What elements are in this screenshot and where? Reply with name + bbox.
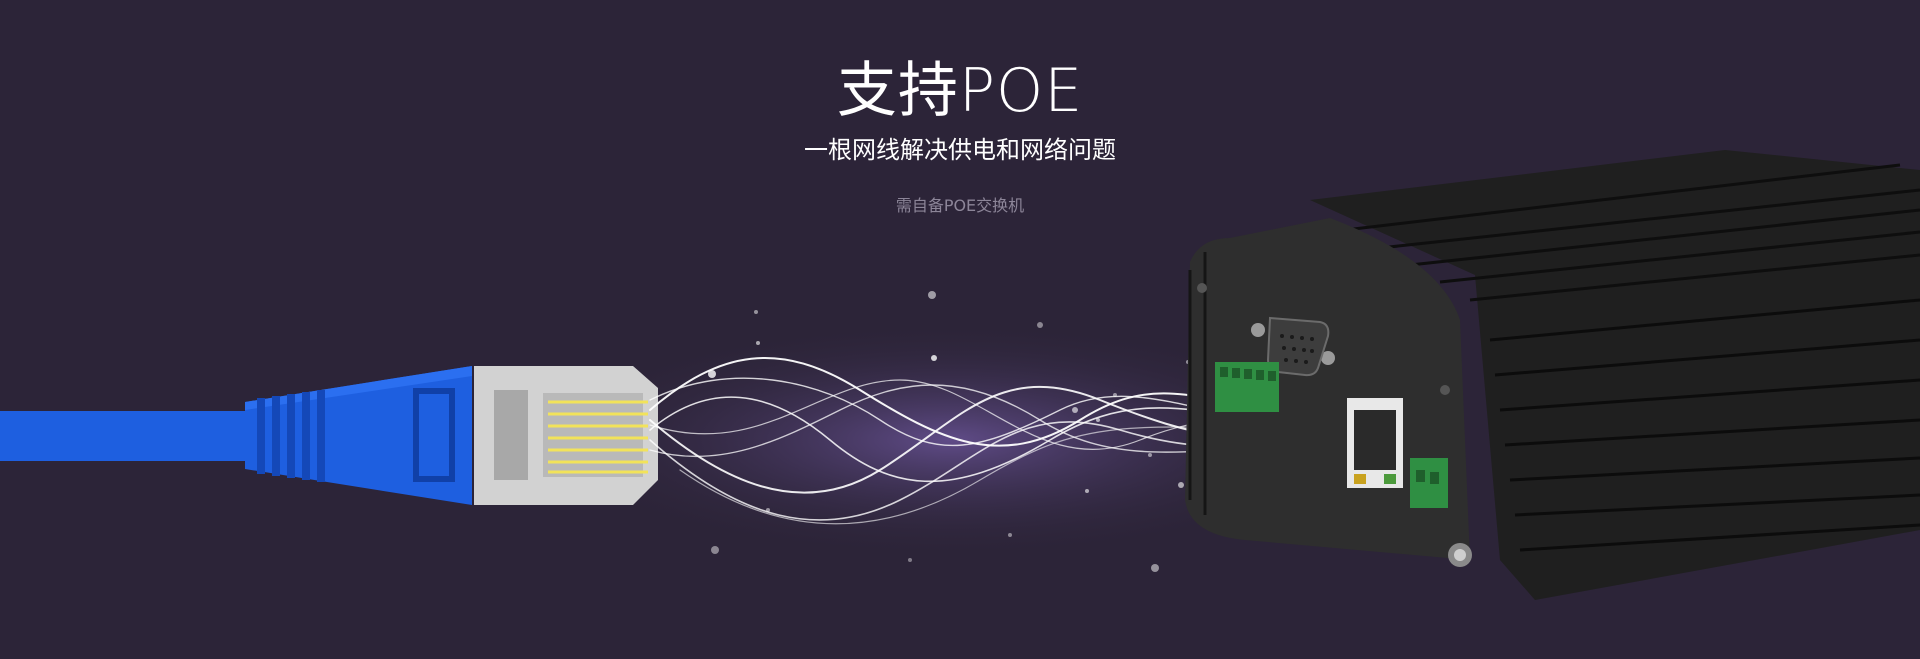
- ethernet-cable-icon: [0, 366, 472, 505]
- poe-banner: 支持POE 一根网线解决供电和网络问题 需自备POE交换机: [0, 0, 1920, 659]
- requirement-note: 需自备POE交换机: [895, 196, 1025, 215]
- ethernet-port-icon: [1347, 398, 1403, 488]
- page-subtitle: 一根网线解决供电和网络问题: [804, 136, 1116, 164]
- rj45-plug-icon: [474, 366, 658, 505]
- network-device-icon: [1185, 150, 1920, 600]
- page-title: 支持POE: [836, 56, 1084, 126]
